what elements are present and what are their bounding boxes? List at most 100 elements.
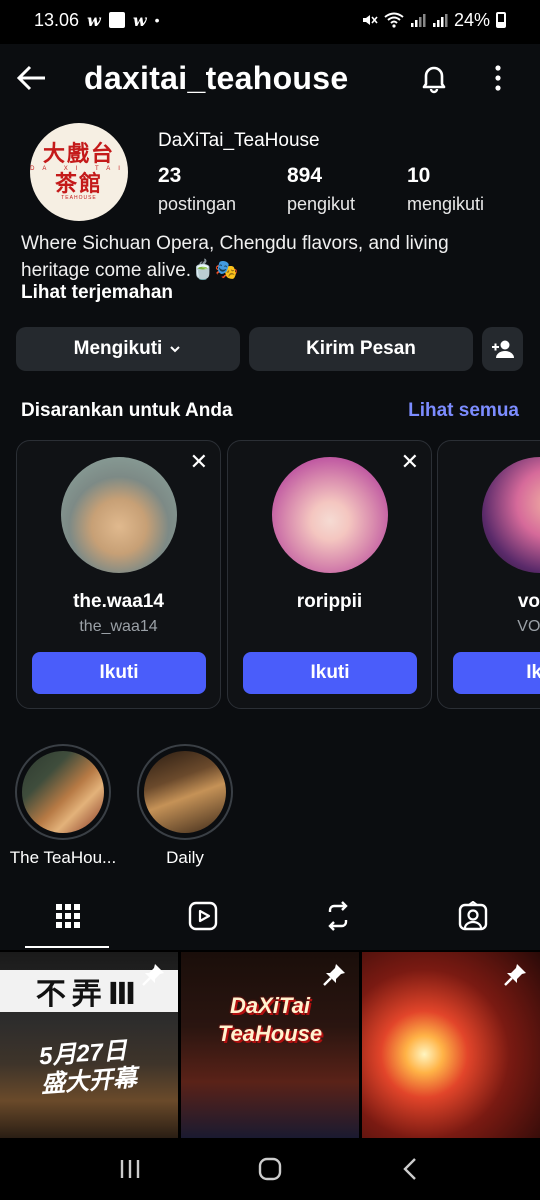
home-icon bbox=[258, 1157, 282, 1181]
post-text-line: 盛大开幕 bbox=[40, 1064, 138, 1099]
display-name: DaXiTai_TeaHouse bbox=[158, 130, 320, 151]
follow-button[interactable]: Ikuti bbox=[32, 652, 206, 694]
profile-bio: Where Sichuan Opera, Chengdu flavors, an… bbox=[21, 233, 449, 281]
suggested-title: Disarankan untuk Anda bbox=[21, 400, 233, 421]
avatar-logo-top: 大戲台 bbox=[42, 140, 115, 167]
battery-percent: 24% bbox=[453, 9, 490, 30]
stat-label: pengikut bbox=[287, 194, 356, 214]
message-button[interactable]: Kirim Pesan bbox=[249, 327, 473, 371]
suggested-header: Disarankan untuk Anda Lihat semua bbox=[21, 400, 519, 422]
post-thumbnail[interactable]: DaXiTai TeaHouse bbox=[181, 952, 359, 1138]
suggestion-name: voss bbox=[517, 591, 540, 612]
close-icon[interactable]: ✕ bbox=[190, 451, 208, 473]
notifications-button[interactable] bbox=[404, 48, 464, 108]
back-button[interactable] bbox=[0, 46, 64, 110]
follow-button[interactable]: Iku bbox=[453, 652, 540, 694]
profile-avatar[interactable]: 大戲台 DA XI TAI 茶館 TEAHOUSE bbox=[30, 123, 128, 221]
battery-icon bbox=[496, 12, 506, 28]
stat-value: 23 bbox=[158, 164, 182, 187]
chevron-down-icon bbox=[170, 346, 181, 353]
suggestion-card[interactable]: ✕ the.waa14 the_waa14 Ikuti bbox=[16, 440, 221, 709]
reels-icon bbox=[188, 901, 217, 931]
suggestion-card[interactable]: voss VOSS Iku bbox=[437, 440, 540, 709]
shop-icon bbox=[108, 12, 125, 28]
follow-button[interactable]: Ikuti bbox=[243, 652, 417, 694]
post-thumbnail[interactable]: 不弄Ⅲ 5月27日 盛大开幕 bbox=[0, 952, 178, 1138]
see-all-link[interactable]: Lihat semua bbox=[408, 400, 519, 422]
status-bar: 13.06 w w • 24% bbox=[0, 0, 540, 40]
status-left: 13.06 w w • bbox=[34, 10, 160, 31]
avatar[interactable] bbox=[482, 457, 540, 573]
avatar[interactable] bbox=[272, 457, 388, 573]
stat-value: 10 bbox=[407, 164, 431, 187]
avatar[interactable] bbox=[61, 457, 177, 573]
profile-content: 大戲台 DA XI TAI 茶館 TEAHOUSE DaXiTai_TeaHou… bbox=[0, 112, 540, 950]
pin-icon bbox=[142, 964, 164, 986]
following-label: Mengikuti bbox=[73, 338, 163, 359]
suggest-people-button[interactable] bbox=[482, 327, 523, 371]
grid-icon bbox=[55, 904, 80, 928]
stat-following[interactable]: 10 mengikuti bbox=[407, 164, 484, 215]
stat-followers[interactable]: 894 pengikut bbox=[287, 164, 407, 215]
post-thumbnail[interactable] bbox=[362, 952, 540, 1138]
highlight-label: Daily bbox=[166, 848, 204, 867]
dot-icon: • bbox=[154, 12, 160, 28]
tab-reels[interactable] bbox=[135, 884, 270, 948]
highlight-cover bbox=[22, 751, 104, 833]
post-text-line: TeaHouse bbox=[217, 1021, 323, 1046]
avatar-logo-sub: TEAHOUSE bbox=[61, 194, 97, 201]
profile-header: daxitai_teahouse bbox=[0, 44, 540, 112]
close-icon[interactable]: ✕ bbox=[401, 451, 419, 473]
mute-icon bbox=[362, 15, 378, 25]
suggestion-name: the.waa14 bbox=[73, 591, 164, 612]
highlight-item[interactable]: The TeaHou... bbox=[8, 744, 118, 868]
highlight-cover bbox=[144, 751, 226, 833]
post-overlay-text: 5月27日 盛大开幕 bbox=[38, 1037, 138, 1100]
signal-icon bbox=[410, 14, 426, 27]
reposts-icon bbox=[327, 901, 348, 931]
stat-value: 894 bbox=[287, 164, 323, 187]
chevron-left-icon bbox=[403, 1158, 416, 1180]
w-app-icon: w bbox=[87, 10, 101, 30]
highlight-label: The TeaHou... bbox=[9, 848, 117, 867]
tab-reposts[interactable] bbox=[270, 884, 405, 948]
see-translation-link[interactable]: Lihat terjemahan bbox=[21, 282, 173, 304]
add-person-icon bbox=[491, 340, 514, 358]
signal-icon bbox=[432, 14, 448, 27]
stat-posts[interactable]: 23 postingan bbox=[158, 164, 287, 215]
profile-actions: Mengikuti Kirim Pesan bbox=[16, 327, 523, 371]
profile-stats: 23 postingan 894 pengikut 10 mengikuti bbox=[158, 164, 484, 215]
post-text-line: DaXiTai bbox=[230, 993, 310, 1018]
highlight-item[interactable]: Daily bbox=[130, 744, 240, 868]
back-nav-button[interactable] bbox=[380, 1144, 440, 1194]
suggestion-handle: VOSS bbox=[517, 618, 540, 635]
wifi-icon bbox=[384, 12, 404, 28]
suggested-cards: ✕ the.waa14 the_waa14 Ikuti ✕ rorippii I… bbox=[16, 440, 540, 710]
recents-icon bbox=[120, 1160, 140, 1178]
tagged-icon bbox=[458, 901, 487, 931]
post-overlay-text: DaXiTai TeaHouse bbox=[181, 992, 359, 1048]
highlight-ring bbox=[15, 744, 111, 840]
pin-icon bbox=[323, 964, 345, 986]
profile-username: daxitai_teahouse bbox=[84, 59, 349, 96]
system-nav-bar bbox=[0, 1138, 540, 1200]
recents-button[interactable] bbox=[100, 1144, 160, 1194]
story-highlights: The TeaHou... Daily bbox=[0, 744, 540, 874]
message-label: Kirim Pesan bbox=[306, 338, 416, 359]
suggestion-handle: the_waa14 bbox=[79, 618, 158, 635]
suggestion-card[interactable]: ✕ rorippii Ikuti bbox=[227, 440, 432, 709]
arrow-left-icon bbox=[16, 65, 45, 91]
status-right: 24% bbox=[360, 10, 506, 31]
stat-label: mengikuti bbox=[407, 194, 485, 214]
home-button[interactable] bbox=[240, 1144, 300, 1194]
tab-tagged[interactable] bbox=[405, 884, 540, 948]
tab-posts[interactable] bbox=[0, 884, 135, 948]
w-app-icon: w bbox=[132, 10, 147, 30]
posts-grid: 不弄Ⅲ 5月27日 盛大开幕 DaXiTai TeaHouse bbox=[0, 952, 540, 1138]
status-time: 13.06 bbox=[34, 9, 80, 30]
more-vertical-icon bbox=[495, 65, 501, 91]
more-options-button[interactable] bbox=[468, 48, 528, 108]
avatar-logo-bottom: 茶館 bbox=[54, 170, 103, 197]
following-button[interactable]: Mengikuti bbox=[16, 327, 240, 371]
highlight-ring bbox=[137, 744, 233, 840]
